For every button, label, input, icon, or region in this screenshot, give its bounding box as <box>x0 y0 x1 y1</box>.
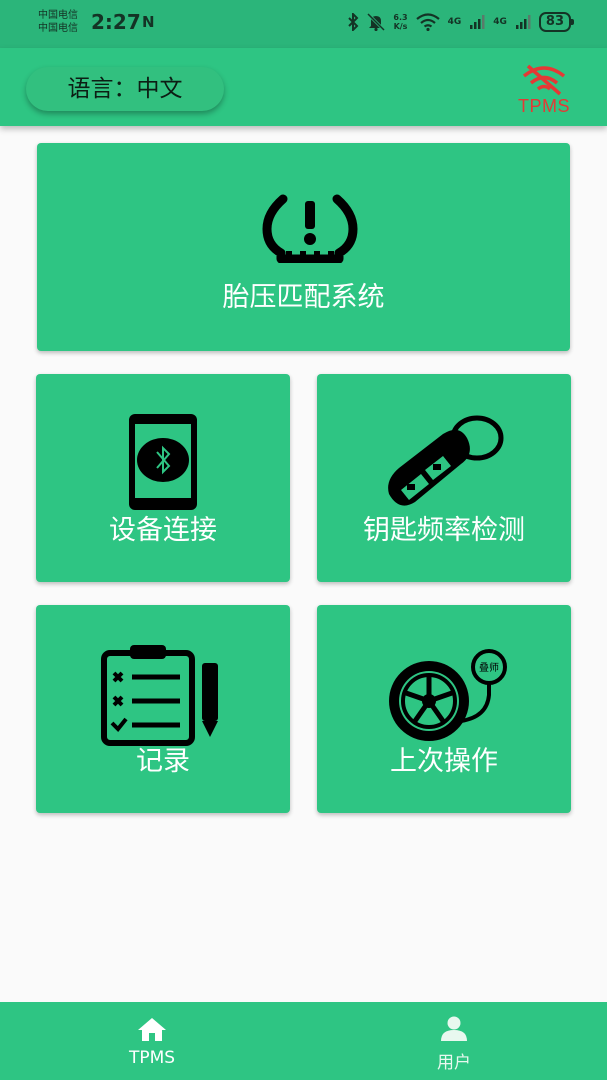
last-operation-tile[interactable]: 叠师 上次操作 <box>317 605 571 813</box>
checklist-clipboard-icon <box>101 645 218 746</box>
bluetooth-icon <box>348 13 359 31</box>
records-tile[interactable]: 记录 <box>36 605 290 813</box>
user-icon <box>441 1016 467 1041</box>
key-frequency-tile[interactable]: 钥匙频率检测 <box>317 374 571 582</box>
carrier-labels: 中国电信 中国电信 <box>38 9 78 35</box>
nav-label: TPMS <box>128 1048 176 1068</box>
tile-label: 钥匙频率检测 <box>363 515 525 546</box>
network-type-1: 4G <box>447 17 462 27</box>
app-header: 语言：中文 TPMS <box>0 48 607 126</box>
signal-icon-2 <box>515 15 531 29</box>
tile-label: 设备连接 <box>109 515 217 546</box>
wifi-off-icon <box>522 64 566 96</box>
language-button[interactable]: 语言：中文 <box>26 67 224 111</box>
status-bar: 中国电信 中国电信 2:27 N 6.3 K/s 4G 4G 83 <box>0 0 607 48</box>
status-icons: 6.3 K/s 4G 4G 83 <box>347 12 575 32</box>
phone-bluetooth-icon <box>129 414 197 510</box>
tile-label: 胎压匹配系统 <box>222 282 385 313</box>
device-connect-tile[interactable]: 设备连接 <box>36 374 290 582</box>
car-key-fob-icon <box>388 415 504 506</box>
speed-unit: K/s <box>393 22 408 31</box>
tire-pressure-warning-icon <box>262 194 358 263</box>
battery-indicator: 83 <box>538 12 575 32</box>
signal-icon-1 <box>470 15 485 29</box>
mute-bell-icon <box>367 13 386 31</box>
wifi-icon <box>415 13 440 31</box>
nav-label: 用户 <box>437 1053 471 1073</box>
tile-label: 上次操作 <box>390 746 498 777</box>
nav-item-user[interactable]: 用户 <box>379 1002 529 1080</box>
network-speed: 6.3 K/s <box>393 13 407 31</box>
tpms-logo[interactable]: TPMS <box>512 64 576 116</box>
bottom-navigation: TPMS 用户 <box>0 1002 607 1080</box>
nfc-icon: N <box>142 13 155 31</box>
nav-item-tpms[interactable]: TPMS <box>77 1002 227 1080</box>
home-icon <box>138 1018 166 1041</box>
tpms-match-tile[interactable]: 胎压匹配系统 <box>37 143 570 351</box>
carrier-1: 中国电信 <box>38 10 78 21</box>
network-type-2: 4G <box>493 17 507 27</box>
tile-label: 记录 <box>136 746 190 777</box>
carrier-2: 中国电信 <box>38 23 78 34</box>
gauge-label: 叠师 <box>479 661 499 674</box>
wheel-gauge-icon: 叠师 <box>389 649 507 741</box>
logo-text: TPMS <box>517 96 570 116</box>
status-time: 2:27 <box>91 10 141 34</box>
speed-value: 6.3 <box>393 13 408 22</box>
